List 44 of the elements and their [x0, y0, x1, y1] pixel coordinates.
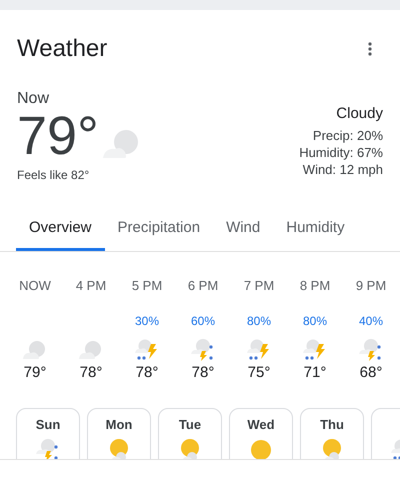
precip-chance: 60% [190, 314, 216, 329]
day-name: Sun [36, 417, 60, 432]
weather-detail: Precip: 20% [312, 127, 383, 144]
hour-temperature: 78° [80, 364, 102, 381]
cloud-icon [22, 338, 48, 362]
day-name: Wed [247, 417, 275, 432]
hour-temperature: 79° [24, 364, 46, 381]
storm-cloud-icon [134, 338, 160, 362]
tab[interactable]: Wind [213, 208, 274, 251]
tab[interactable]: Precipitation [104, 208, 214, 251]
hour-time: 4 PM [76, 278, 106, 294]
more-options-icon[interactable] [368, 42, 372, 56]
hour-time: 6 PM [188, 278, 218, 294]
day-name: Thu [320, 417, 344, 432]
precip-chance: 40% [358, 314, 384, 329]
sun-icon [248, 438, 274, 459]
weather-detail: Wind: 12 mph [302, 161, 383, 178]
precip-chance: 80% [246, 314, 272, 329]
cloud-icon [78, 338, 104, 362]
precip-chance: 80% [302, 314, 328, 329]
hour-temperature: 71° [304, 364, 326, 381]
hour-time: 8 PM [300, 278, 330, 294]
hour-time: 5 PM [132, 278, 162, 294]
hour-temperature: 78° [192, 364, 214, 381]
storm-cloud-icon [302, 338, 328, 362]
tab[interactable]: Humidity [273, 208, 358, 251]
condition-text: Cloudy [336, 105, 383, 122]
hour-time: 9 PM [356, 278, 386, 294]
day-name: Tue [178, 417, 202, 432]
tab[interactable]: Overview [16, 208, 105, 251]
hour-temperature: 78° [136, 364, 158, 381]
day-name: Mon [106, 417, 132, 432]
hour-temperature: 68° [360, 364, 382, 381]
hour-temperature: 75° [248, 364, 270, 381]
hour-time: NOW [19, 278, 51, 294]
hour-time: 7 PM [244, 278, 274, 294]
current-temperature: 79° [17, 108, 99, 164]
storm-cloud-icon [246, 338, 272, 362]
cloud-icon [100, 128, 141, 158]
weather-detail: Humidity: 67% [299, 144, 383, 161]
feels-like-text: Feels like 82° [17, 168, 90, 182]
precip-chance: 30% [134, 314, 160, 329]
card-title: Weather [17, 35, 108, 63]
now-label: Now [17, 90, 50, 108]
